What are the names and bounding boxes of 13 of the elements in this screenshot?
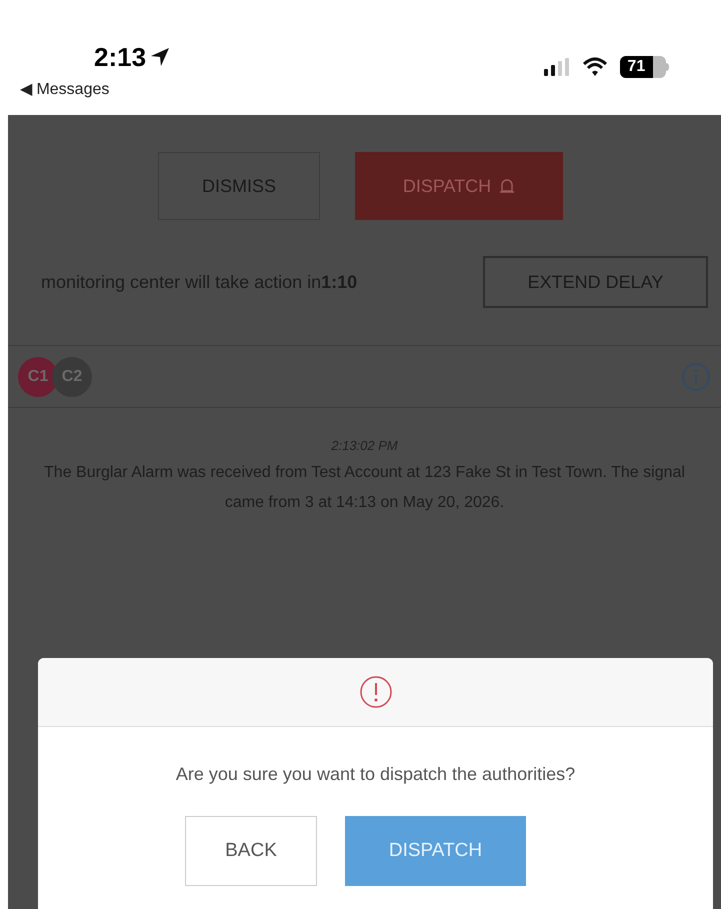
alert-icon <box>358 675 392 709</box>
back-button[interactable]: BACK <box>185 816 317 886</box>
back-to-messages-link[interactable]: ◀ Messages <box>20 78 110 102</box>
clock-time: 2:13 <box>94 44 146 70</box>
info-icon[interactable] <box>681 362 711 392</box>
dialog-question: Are you sure you want to dispatch the authorities? <box>174 763 576 786</box>
siren-icon <box>499 178 516 194</box>
battery-indicator: 71 <box>620 56 669 78</box>
dispatch-button[interactable]: DISPATCH <box>355 152 563 220</box>
signal-icon <box>544 58 570 76</box>
location-arrow-icon <box>150 47 170 67</box>
confirm-dispatch-button[interactable]: DISPATCH <box>345 816 526 886</box>
wifi-icon <box>582 57 608 77</box>
